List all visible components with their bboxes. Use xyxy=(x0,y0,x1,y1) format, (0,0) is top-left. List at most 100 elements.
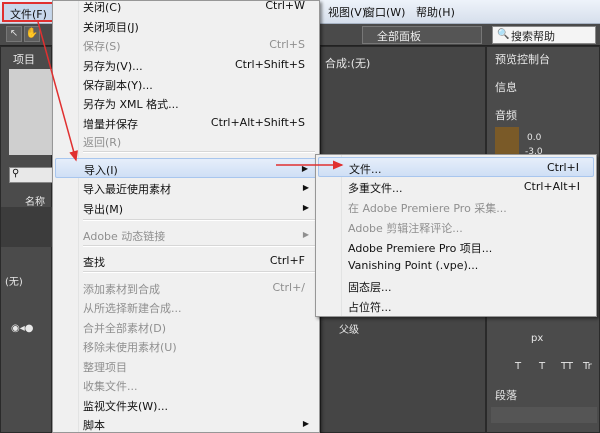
file-menu-item-label: 查找 xyxy=(83,256,105,269)
file-menu-item-label: 关闭(C) xyxy=(83,1,122,14)
workspace-dropdown[interactable]: 全部面板 xyxy=(362,26,482,44)
import-submenu-item[interactable]: Adobe Premiere Pro 项目... xyxy=(318,237,594,257)
text-style-1[interactable]: T xyxy=(515,361,521,372)
submenu-arrow-icon: ▶ xyxy=(301,164,308,173)
composition-tab[interactable]: 合成:(无) xyxy=(325,55,370,71)
import-submenu-item-shortcut: Ctrl+Alt+I xyxy=(523,180,580,193)
file-menu-item[interactable]: 返回(R) xyxy=(55,131,317,151)
info-tab[interactable]: 信息 xyxy=(495,79,517,95)
file-menu-item-label: 保存(S) xyxy=(83,40,121,53)
file-menu-item-label: 另存为(V)... xyxy=(83,60,143,73)
file-menu-item-label: 整理项目 xyxy=(83,361,127,374)
parent-label: 父级 xyxy=(339,325,359,336)
file-menu-item[interactable]: 另存为(V)... Ctrl+Shift+S xyxy=(55,55,317,75)
file-menu-item-label: 收集文件... xyxy=(83,380,138,393)
file-menu-item[interactable]: 导出(M) ▶ xyxy=(55,198,317,218)
menu-separator xyxy=(83,271,315,273)
audio-tab[interactable]: 音频 xyxy=(495,107,517,123)
file-menu-item-label: 导入最近使用素材 xyxy=(83,183,171,196)
import-submenu-item-label: 占位符... xyxy=(348,301,392,314)
import-submenu-item[interactable]: Adobe 剪辑注释评论... xyxy=(318,217,594,237)
eye-icon[interactable]: ◉◂● xyxy=(11,323,33,334)
menu-view[interactable]: 视图(V) xyxy=(328,4,366,20)
file-menu-item-shortcut: Ctrl+/ xyxy=(272,281,306,294)
menu-window[interactable]: 窗口(W) xyxy=(364,4,405,20)
file-menu-item[interactable]: 脚本 ▶ xyxy=(55,414,317,433)
import-submenu-item-label: Adobe 剪辑注释评论... xyxy=(348,222,463,235)
submenu-arrow-icon: ▶ xyxy=(302,230,309,239)
import-submenu-item-label: 在 Adobe Premiere Pro 采集... xyxy=(348,202,507,215)
file-menu-item[interactable]: 关闭项目(J) xyxy=(55,16,317,36)
file-menu-item[interactable]: 移除未使用素材(U) xyxy=(55,336,317,356)
audio-level-top: 0.0 xyxy=(527,133,542,143)
file-menu-item[interactable]: 添加素材到合成 Ctrl+/ xyxy=(55,278,317,298)
project-search-input[interactable]: ⚲ xyxy=(9,167,53,183)
project-list[interactable] xyxy=(1,207,53,247)
file-menu-item[interactable]: 收集文件... xyxy=(55,375,317,395)
file-menu-item-label: 导出(M) xyxy=(83,203,124,216)
file-menu-item[interactable]: 合并全部素材(D) xyxy=(55,317,317,337)
import-submenu-item[interactable]: 文件... Ctrl+I xyxy=(318,157,594,177)
search-help-field[interactable]: 🔍 搜索帮助 xyxy=(492,26,596,44)
file-menu-item[interactable]: 增量并保存 Ctrl+Alt+Shift+S xyxy=(55,113,317,133)
name-column-header[interactable]: 名称 xyxy=(25,193,45,208)
file-menu-item-label: 返回(R) xyxy=(83,136,122,149)
file-menu-item-label: 保存副本(Y)... xyxy=(83,79,153,92)
import-submenu-item-shortcut: Ctrl+I xyxy=(546,161,579,174)
text-style-2[interactable]: T xyxy=(539,361,545,372)
search-help-label: 搜索帮助 xyxy=(511,30,555,43)
submenu-arrow-icon: ▶ xyxy=(302,203,309,212)
file-menu-item[interactable]: 监视文件夹(W)... xyxy=(55,395,317,415)
paragraph-tab[interactable]: 段落 xyxy=(495,387,517,403)
file-menu: 关闭(C) Ctrl+W 关闭项目(J) 保存(S) Ctrl+S 另存为(V)... Ct… xyxy=(52,0,320,433)
file-menu-item[interactable]: 整理项目 xyxy=(55,356,317,376)
file-menu-item[interactable]: 查找 Ctrl+F xyxy=(55,251,317,271)
workspace-label: 全部面板 xyxy=(377,30,421,43)
file-menu-item-label: 增量并保存 xyxy=(83,118,138,131)
file-menu-item[interactable]: 从所选择新建合成... xyxy=(55,297,317,317)
import-submenu-item[interactable]: 固态层... xyxy=(318,276,594,296)
menu-file[interactable]: 文件(F) xyxy=(2,2,54,22)
file-menu-item-shortcut: Ctrl+S xyxy=(269,38,305,51)
file-menu-item-label: 移除未使用素材(U) xyxy=(83,341,177,354)
text-style-3[interactable]: TT xyxy=(561,361,573,372)
file-menu-item[interactable]: 导入(I) ▶ xyxy=(55,158,317,178)
file-menu-item-label: 监视文件夹(W)... xyxy=(83,400,168,413)
import-submenu-item[interactable]: 多重文件... Ctrl+Alt+I xyxy=(318,177,594,197)
file-menu-item[interactable]: 另存为 XML 格式... xyxy=(55,93,317,113)
file-menu-item-label: 添加素材到合成 xyxy=(83,283,160,296)
import-submenu-item[interactable]: 占位符... xyxy=(318,296,594,316)
file-menu-item[interactable]: 保存副本(Y)... xyxy=(55,74,317,94)
menu-help[interactable]: 帮助(H) xyxy=(416,4,455,20)
import-submenu-item-label: Adobe Premiere Pro 项目... xyxy=(348,242,493,255)
file-menu-item[interactable]: Adobe 动态链接 ▶ xyxy=(55,225,317,245)
import-submenu-item-label: Vanishing Point (.vpe)... xyxy=(348,259,479,272)
file-menu-item[interactable]: 保存(S) Ctrl+S xyxy=(55,35,317,55)
file-menu-item-shortcut: Ctrl+Alt+Shift+S xyxy=(210,116,305,129)
file-menu-item-label: 导入(I) xyxy=(84,164,118,177)
search-icon: ⚲ xyxy=(12,168,20,179)
import-submenu-item[interactable]: 在 Adobe Premiere Pro 采集... xyxy=(318,197,594,217)
menu-separator xyxy=(83,219,315,221)
text-style-4[interactable]: Tr xyxy=(583,361,592,372)
import-submenu-item[interactable]: Vanishing Point (.vpe)... xyxy=(318,256,594,276)
import-submenu-item-label: 文件... xyxy=(349,163,382,176)
file-menu-item-shortcut: Ctrl+F xyxy=(269,254,305,267)
file-menu-item-shortcut: Ctrl+Shift+S xyxy=(235,58,305,71)
preview-tab[interactable]: 预览控制台 xyxy=(495,51,550,67)
audio-meter xyxy=(495,127,519,157)
selection-tool-icon[interactable]: ↖ xyxy=(6,26,22,42)
file-menu-item-label: Adobe 动态链接 xyxy=(83,230,166,243)
submenu-arrow-icon: ▶ xyxy=(302,419,309,428)
file-menu-item-label: 脚本 xyxy=(83,419,105,432)
paragraph-align-bar[interactable] xyxy=(491,407,597,423)
file-menu-item-label: 合并全部素材(D) xyxy=(83,322,167,335)
import-submenu-item-label: 固态层... xyxy=(348,281,392,294)
hand-tool-icon[interactable]: ✋ xyxy=(24,26,40,42)
project-tab[interactable]: 项目 xyxy=(13,51,35,67)
menu-separator xyxy=(83,151,315,153)
menu-separator xyxy=(83,245,315,247)
file-menu-item[interactable]: 关闭(C) Ctrl+W xyxy=(55,0,317,16)
file-menu-item[interactable]: 导入最近使用素材 ▶ xyxy=(55,178,317,198)
timeline-tab[interactable]: (无) xyxy=(5,273,23,288)
